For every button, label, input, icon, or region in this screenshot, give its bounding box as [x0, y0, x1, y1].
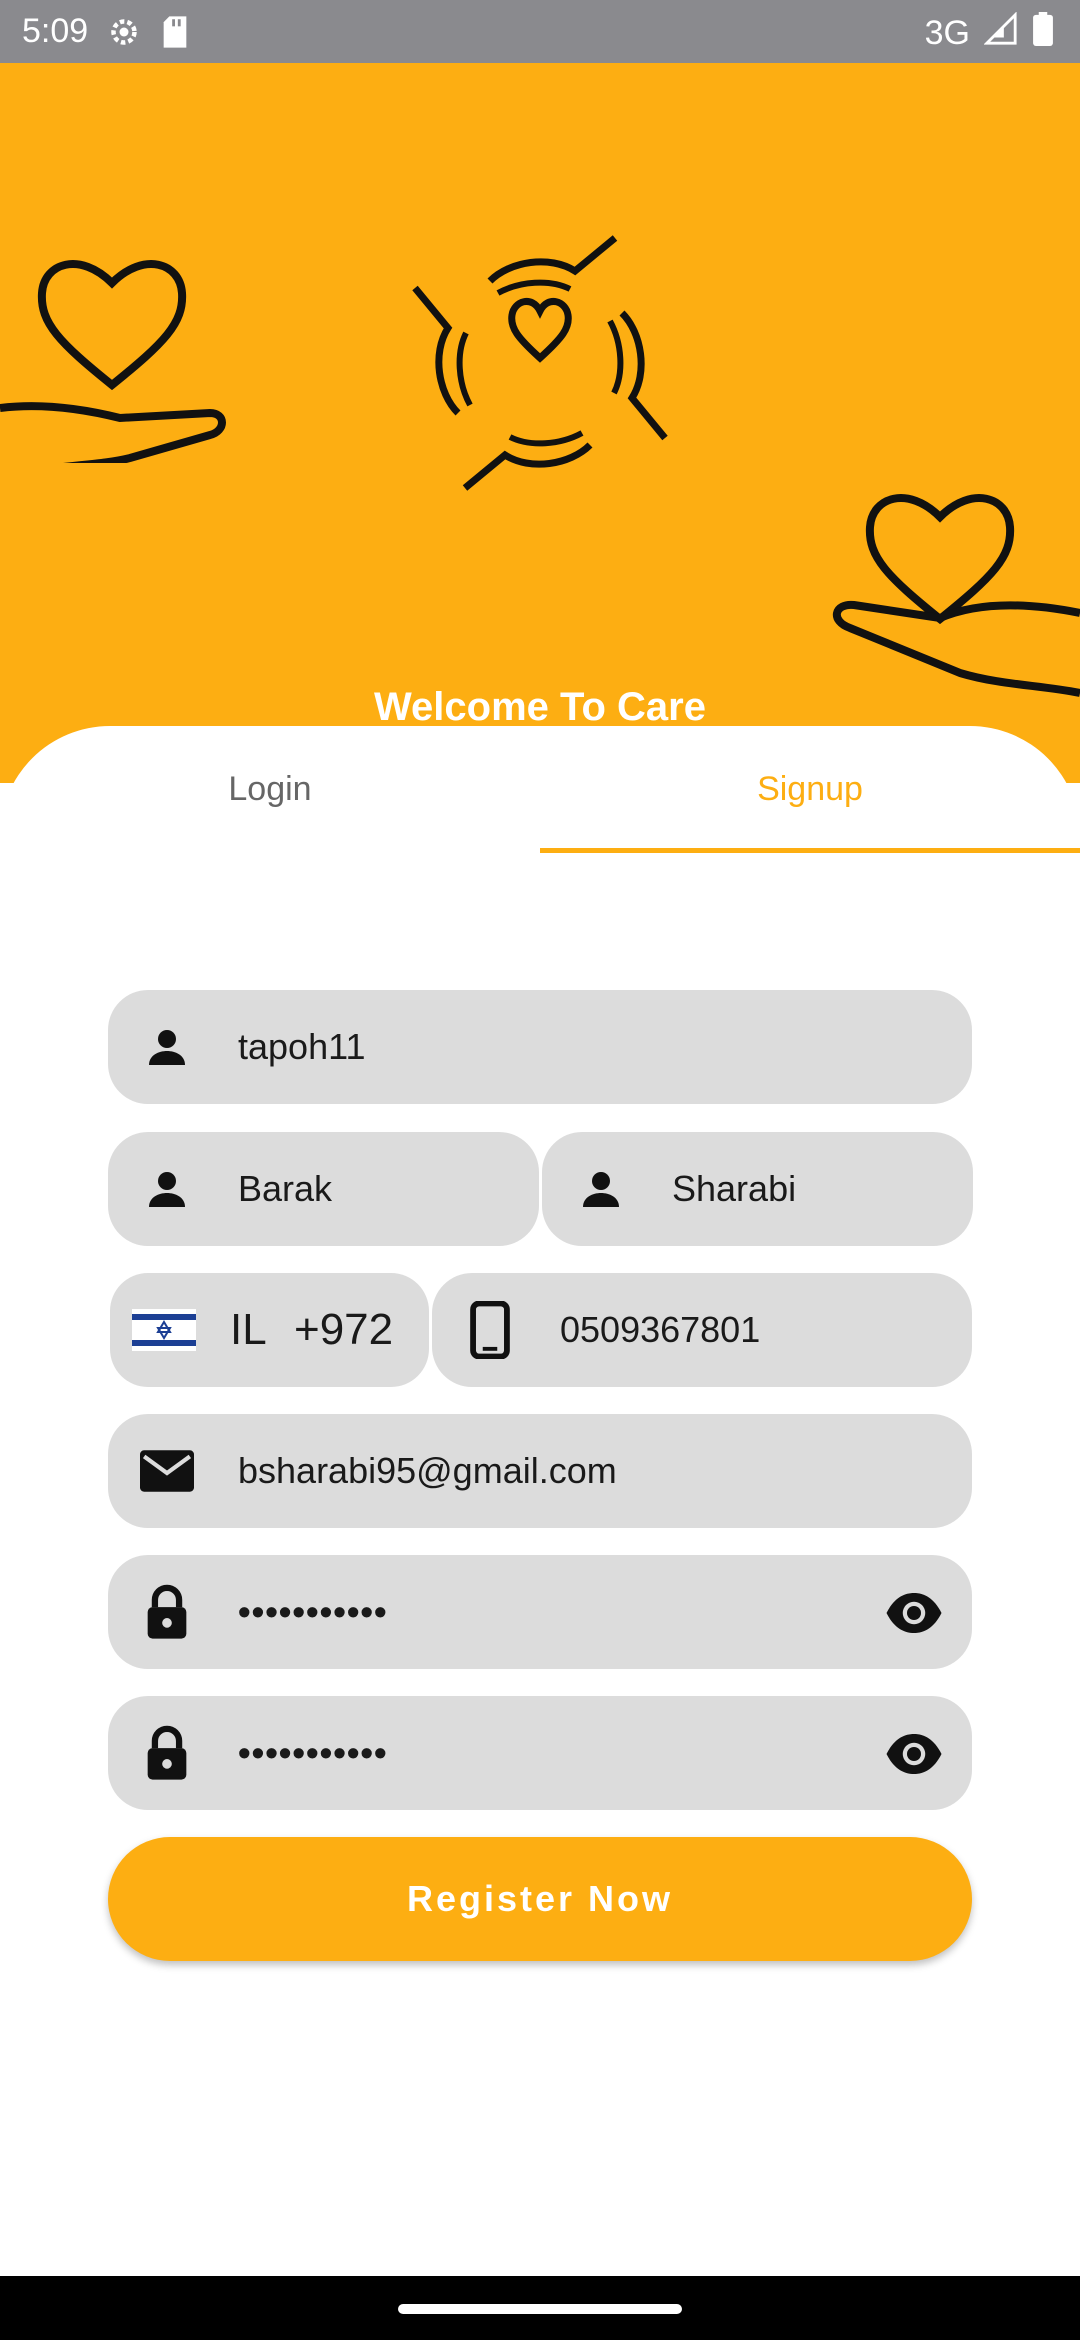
status-bar: 5:09 3G — [0, 0, 1080, 63]
username-value: tapoh11 — [238, 1026, 366, 1067]
lock-icon — [108, 1583, 226, 1641]
signal-icon — [983, 11, 1018, 55]
settings-gear-icon — [106, 14, 142, 55]
hero-banner: Welcome To Care — [0, 63, 1080, 783]
last-name-value: Sharabi — [672, 1168, 797, 1209]
tab-login[interactable]: Login — [0, 770, 540, 809]
first-name-field[interactable]: Barak — [108, 1132, 539, 1246]
heart-in-hand-icon — [0, 260, 226, 463]
network-type: 3G — [924, 14, 970, 52]
smartphone-icon — [432, 1301, 548, 1359]
person-icon — [108, 1023, 226, 1071]
country-code: IL — [230, 1305, 267, 1354]
navigation-bar — [0, 2276, 1080, 2340]
country-code-selector[interactable]: IL +972 — [110, 1273, 429, 1387]
password-field[interactable]: ••••••••••• — [108, 1555, 972, 1669]
confirm-password-value: ••••••••••• — [238, 1732, 388, 1773]
eye-icon[interactable] — [884, 1724, 944, 1789]
active-tab-indicator — [540, 848, 1080, 853]
person-icon — [542, 1165, 660, 1213]
first-name-value: Barak — [238, 1168, 333, 1209]
lock-icon — [108, 1724, 226, 1782]
welcome-title: Welcome To Care — [374, 685, 706, 729]
mail-icon — [108, 1450, 226, 1492]
phone-field[interactable]: 0509367801 — [432, 1273, 972, 1387]
status-time: 5:09 — [22, 12, 89, 50]
battery-icon — [1032, 12, 1054, 55]
tab-signup[interactable]: Signup — [540, 770, 1080, 809]
confirm-password-field[interactable]: ••••••••••• — [108, 1696, 972, 1810]
sd-card-icon — [160, 15, 190, 54]
last-name-field[interactable]: Sharabi — [542, 1132, 973, 1246]
care-hands-circle-icon — [412, 235, 668, 491]
israel-flag-icon — [132, 1309, 196, 1351]
eye-icon[interactable] — [884, 1583, 944, 1648]
person-icon — [108, 1165, 226, 1213]
register-button[interactable]: Register Now — [108, 1837, 972, 1961]
email-value: bsharabi95@gmail.com — [238, 1450, 617, 1491]
dial-code: +972 — [294, 1305, 394, 1354]
phone-value: 0509367801 — [560, 1309, 761, 1350]
email-field[interactable]: bsharabi95@gmail.com — [108, 1414, 972, 1528]
home-gesture-handle[interactable] — [398, 2304, 682, 2314]
username-field[interactable]: tapoh11 — [108, 990, 972, 1104]
password-value: ••••••••••• — [238, 1591, 388, 1632]
